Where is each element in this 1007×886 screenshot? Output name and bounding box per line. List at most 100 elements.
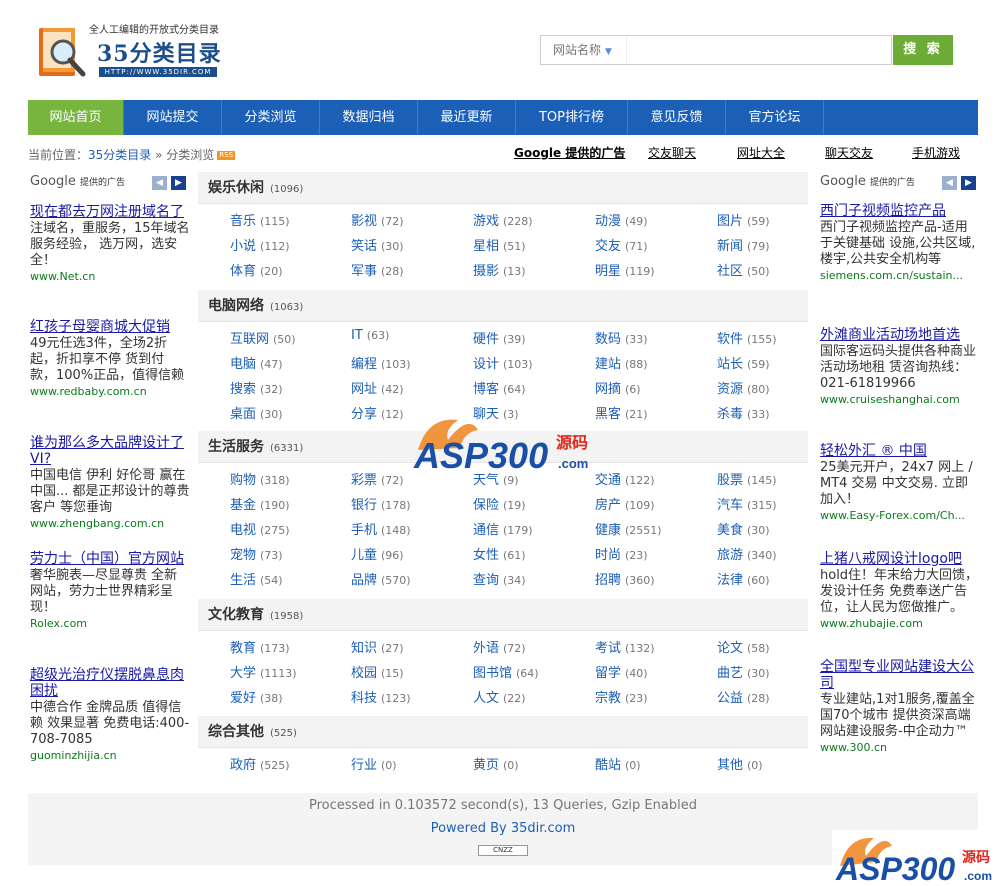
ad-title[interactable]: 全国型专业网站建设大公司 (820, 659, 980, 691)
subcategory-link[interactable]: 体育 (20) (230, 260, 283, 279)
subcategory-link[interactable]: 知识 (27) (351, 637, 404, 656)
ad-url[interactable]: www.zhubajie.com (820, 617, 980, 631)
next-arrow-icon[interactable]: ▶ (961, 176, 976, 190)
nav-item-top[interactable]: TOP排行榜 (516, 100, 628, 135)
ad-title[interactable]: 红孩子母婴商城大促销 (30, 319, 190, 335)
subcategory-link[interactable]: 论文 (58) (717, 637, 770, 656)
nav-item-submit[interactable]: 网站提交 (124, 100, 222, 135)
ad-item[interactable]: 超级光治疗仪摆脱鼻息肉困扰 中德合作 金牌品质 值得信赖 效果显著 免费电话:4… (30, 667, 190, 763)
category-header[interactable]: 电脑网络 (1063) (198, 290, 808, 322)
ad-url[interactable]: www.Easy-Forex.com/Ch... (820, 509, 980, 523)
top-link[interactable]: 网址大全 (737, 144, 785, 161)
subcategory-link[interactable]: 法律 (60) (717, 569, 770, 588)
subcategory-link[interactable]: 汽车 (315) (717, 494, 777, 513)
subcategory-link[interactable]: 黄页 (0) (473, 754, 519, 773)
category-header[interactable]: 娱乐休闲 (1096) (198, 172, 808, 204)
ad-item[interactable]: 谁为那么多大品牌设计了VI? 中国电信 伊利 好伦哥 赢在中国... 都是正邦设… (30, 435, 190, 531)
subcategory-link[interactable]: 游戏 (228) (473, 210, 533, 229)
ad-url[interactable]: www.zhengbang.com.cn (30, 517, 190, 531)
subcategory-link[interactable]: 编程 (103) (351, 353, 411, 372)
nav-item-archive[interactable]: 数据归档 (320, 100, 418, 135)
top-link[interactable]: 交友聊天 (648, 144, 696, 161)
subcategory-link[interactable]: 招聘 (360) (595, 569, 655, 588)
google-ads-label[interactable]: Google 提供的广告 (514, 144, 625, 161)
subcategory-link[interactable]: 美食 (30) (717, 519, 770, 538)
subcategory-link[interactable]: 社区 (50) (717, 260, 770, 279)
subcategory-link[interactable]: 股票 (145) (717, 469, 777, 488)
subcategory-link[interactable]: 生活 (54) (230, 569, 283, 588)
subcategory-link[interactable]: 电视 (275) (230, 519, 290, 538)
subcategory-link[interactable]: 数码 (33) (595, 328, 648, 347)
subcategory-link[interactable]: 分享 (12) (351, 403, 404, 422)
subcategory-link[interactable]: 明星 (119) (595, 260, 655, 279)
subcategory-link[interactable]: 行业 (0) (351, 754, 397, 773)
subcategory-link[interactable]: 图书馆 (64) (473, 662, 539, 681)
category-header[interactable]: 综合其他 (525) (198, 716, 808, 748)
ad-title[interactable]: 超级光治疗仪摆脱鼻息肉困扰 (30, 667, 190, 699)
subcategory-link[interactable]: 博客 (64) (473, 378, 526, 397)
subcategory-link[interactable]: 购物 (318) (230, 469, 290, 488)
subcategory-link[interactable]: 人文 (22) (473, 687, 526, 706)
subcategory-link[interactable]: 酷站 (0) (595, 754, 641, 773)
subcategory-link[interactable]: 女性 (61) (473, 544, 526, 563)
subcategory-link[interactable]: 考试 (132) (595, 637, 655, 656)
subcategory-link[interactable]: 银行 (178) (351, 494, 411, 513)
subcategory-link[interactable]: 杀毒 (33) (717, 403, 770, 422)
subcategory-link[interactable]: 设计 (103) (473, 353, 533, 372)
ad-title[interactable]: 轻松外汇 ® 中国 (820, 443, 980, 459)
ad-url[interactable]: www.cruiseshanghai.com (820, 393, 980, 407)
ad-title[interactable]: 现在都去万网注册域名了 (30, 204, 190, 220)
site-logo[interactable]: 全人工编辑的开放式分类目录 35分类目录 HTTP://WWW.35DIR.CO… (33, 14, 225, 84)
subcategory-link[interactable]: 交友 (71) (595, 235, 648, 254)
breadcrumb-home[interactable]: 35分类目录 (88, 148, 151, 162)
ad-item[interactable]: 轻松外汇 ® 中国 25美元开户，24x7 网上 / MT4 交易 中文交易. … (820, 443, 980, 523)
subcategory-link[interactable]: 房产 (109) (595, 494, 655, 513)
nav-item-forum[interactable]: 官方论坛 (726, 100, 824, 135)
subcategory-link[interactable]: 教育 (173) (230, 637, 290, 656)
subcategory-link[interactable]: 军事 (28) (351, 260, 404, 279)
subcategory-link[interactable]: 新闻 (79) (717, 235, 770, 254)
ad-item[interactable]: 外滩商业活动场地首选 国际客运码头提供各种商业活动场地租 赁咨询热线：021-6… (820, 327, 980, 407)
subcategory-link[interactable]: IT (63) (351, 328, 389, 343)
subcategory-link[interactable]: 查询 (34) (473, 569, 526, 588)
ad-url[interactable]: www.redbaby.com.cn (30, 385, 190, 399)
subcategory-link[interactable]: 搜索 (32) (230, 378, 283, 397)
nav-item-feedback[interactable]: 意见反馈 (628, 100, 726, 135)
ad-title[interactable]: 谁为那么多大品牌设计了VI? (30, 435, 190, 467)
subcategory-link[interactable]: 外语 (72) (473, 637, 526, 656)
nav-item-home[interactable]: 网站首页 (28, 100, 124, 135)
ad-title[interactable]: 外滩商业活动场地首选 (820, 327, 980, 343)
subcategory-link[interactable]: 网摘 (6) (595, 378, 641, 397)
subcategory-link[interactable]: 时尚 (23) (595, 544, 648, 563)
subcategory-link[interactable]: 电脑 (47) (230, 353, 283, 372)
subcategory-link[interactable]: 大学 (1113) (230, 662, 297, 681)
subcategory-link[interactable]: 软件 (155) (717, 328, 777, 347)
subcategory-link[interactable]: 星相 (51) (473, 235, 526, 254)
ad-item[interactable]: 西门子视频监控产品 西门子视频监控产品-适用于关键基础 设施,公共区域,楼宇,公… (820, 203, 980, 283)
subcategory-link[interactable]: 科技 (123) (351, 687, 411, 706)
prev-arrow-icon[interactable]: ◀ (152, 176, 167, 190)
ad-item[interactable]: 红孩子母婴商城大促销 49元任选3件，全场2折起，折扣享不停 货到付款，100%… (30, 319, 190, 399)
subcategory-link[interactable]: 保险 (19) (473, 494, 526, 513)
prev-arrow-icon[interactable]: ◀ (942, 176, 957, 190)
subcategory-link[interactable]: 动漫 (49) (595, 210, 648, 229)
subcategory-link[interactable]: 音乐 (115) (230, 210, 290, 229)
ad-item[interactable]: 劳力士（中国）官方网站 奢华腕表—尽显尊贵 全新网站，劳力士世界精彩呈现！ Ro… (30, 551, 190, 631)
subcategory-link[interactable]: 资源 (80) (717, 378, 770, 397)
category-name[interactable]: 电脑网络 (208, 298, 264, 314)
subcategory-link[interactable]: 网址 (42) (351, 378, 404, 397)
ad-item[interactable]: 全国型专业网站建设大公司 专业建站,1对1服务,覆盖全国70个城市 提供资深高端… (820, 659, 980, 755)
cnzz-badge[interactable]: CNZZ (478, 845, 528, 856)
subcategory-link[interactable]: 其他 (0) (717, 754, 763, 773)
ad-item[interactable]: 上猪八戒网设计logo吧 hold住！年末给力大回馈，发设计任务 免费奉送广告位… (820, 551, 980, 631)
search-input[interactable]: 网站名称 ▼ (540, 35, 892, 65)
subcategory-link[interactable]: 通信 (179) (473, 519, 533, 538)
subcategory-link[interactable]: 政府 (525) (230, 754, 290, 773)
subcategory-link[interactable]: 小说 (112) (230, 235, 290, 254)
category-name[interactable]: 文化教育 (208, 607, 264, 623)
subcategory-link[interactable]: 基金 (190) (230, 494, 290, 513)
subcategory-link[interactable]: 留学 (40) (595, 662, 648, 681)
category-name[interactable]: 娱乐休闲 (208, 180, 264, 196)
subcategory-link[interactable]: 建站 (88) (595, 353, 648, 372)
ad-url[interactable]: Rolex.com (30, 617, 190, 631)
